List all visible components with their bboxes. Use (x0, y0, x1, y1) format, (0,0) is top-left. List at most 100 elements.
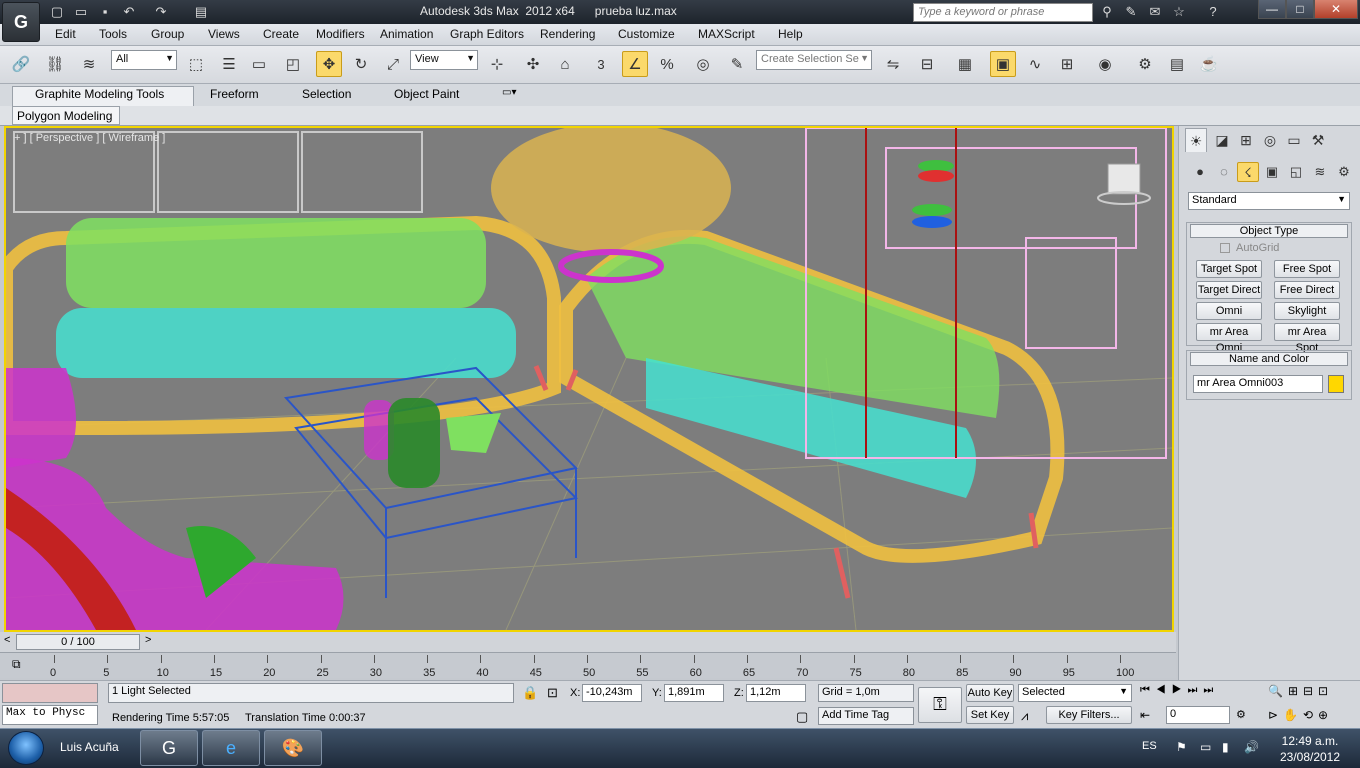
hierarchy-tab-icon[interactable]: ⊞ (1235, 128, 1257, 152)
create-tab-icon[interactable]: ☀ (1185, 128, 1207, 152)
tray-network-icon[interactable]: ▮ (1222, 740, 1229, 754)
angle-snap-icon[interactable]: ∠ (622, 51, 648, 77)
start-button[interactable] (8, 731, 44, 765)
tray-volume-icon[interactable]: 🔊 (1244, 740, 1259, 754)
object-color-swatch[interactable] (1328, 375, 1344, 393)
pivot-center-icon[interactable]: ⊹ (484, 51, 510, 77)
paint-icon[interactable]: 🎨 (264, 730, 322, 766)
geometry-icon[interactable]: ● (1189, 162, 1211, 182)
minimize-button[interactable]: — (1258, 0, 1286, 19)
rectangular-selection-icon[interactable]: ▭ (246, 51, 272, 77)
3dsmax-taskbar-icon[interactable]: G (140, 730, 198, 766)
menu-maxscript[interactable]: MAXScript (698, 27, 755, 41)
z-coordinate-field[interactable]: 1,12m (746, 684, 806, 702)
menu-modifiers[interactable]: Modifiers (316, 27, 365, 41)
mr-area-spot-button[interactable]: mr Area Spot (1274, 323, 1340, 354)
add-time-tag-button[interactable]: Add Time Tag (818, 707, 914, 725)
target-direct-button[interactable]: Target Direct (1196, 281, 1262, 299)
selection-filter-dropdown[interactable]: All ▼ (111, 50, 177, 70)
redo-icon[interactable]: ↷ (152, 3, 170, 21)
motion-tab-icon[interactable]: ◎ (1259, 128, 1281, 152)
menu-animation[interactable]: Animation (380, 27, 433, 41)
binoculars-icon[interactable]: ⚲ (1098, 3, 1116, 21)
omni-button[interactable]: Omni (1196, 302, 1262, 320)
tray-display-icon[interactable]: ▭ (1200, 740, 1211, 754)
target-spot-button[interactable]: Target Spot (1196, 260, 1262, 278)
viewport-nav-top[interactable]: 🔍⊞⊟⊡ (1268, 684, 1333, 698)
link-icon[interactable]: 🔗 (8, 51, 34, 77)
reference-coordinate-dropdown[interactable]: View ▼ (410, 50, 478, 70)
menu-tools[interactable]: Tools (99, 27, 127, 41)
snaps-toggle-icon[interactable]: 3 (588, 51, 614, 77)
schematic-view-icon[interactable]: ⊞ (1054, 51, 1080, 77)
time-slider[interactable]: 0 / 100 (16, 634, 140, 650)
ribbon-options-icon[interactable]: ▭▾ (502, 87, 516, 98)
menu-graph-editors[interactable]: Graph Editors (450, 27, 524, 41)
undo-icon[interactable]: ↶ (120, 3, 138, 21)
menu-create[interactable]: Create (263, 27, 299, 41)
unlink-icon[interactable]: ⛓ (42, 51, 68, 77)
taskbar-clock[interactable]: 12:49 a.m. 23/08/2012 (1270, 733, 1350, 765)
free-spot-button[interactable]: Free Spot (1274, 260, 1340, 278)
select-and-move-icon[interactable]: ✥ (316, 51, 342, 77)
curve-editor-icon[interactable]: ∿ (1022, 51, 1048, 77)
internet-explorer-icon[interactable]: e (202, 730, 260, 766)
percent-snap-icon[interactable]: % (654, 51, 680, 77)
lock-icon[interactable]: 🔒 (522, 685, 538, 701)
y-coordinate-field[interactable]: 1,891m (664, 684, 724, 702)
trackbar[interactable]: ⧉ 0 5 10 15 20 25 30 35 40 45 50 55 60 65 70 75 80 85 90 95… (0, 652, 1176, 679)
skylight-button[interactable]: Skylight (1274, 302, 1340, 320)
utilities-tab-icon[interactable]: ⚒ (1307, 128, 1329, 152)
autogrid-checkbox[interactable]: AutoGrid (1220, 242, 1279, 254)
display-tab-icon[interactable]: ▭ (1283, 128, 1305, 152)
lights-icon[interactable]: ☇ (1237, 162, 1259, 182)
polygon-modeling-panel-tab[interactable]: Polygon Modeling (12, 106, 120, 125)
edit-named-selection-icon[interactable]: ✎ (724, 51, 750, 77)
object-type-header[interactable]: Object Type (1190, 224, 1348, 238)
spinner-snap-icon[interactable]: ◎ (690, 51, 716, 77)
maximize-button[interactable]: □ (1286, 0, 1314, 19)
set-keys-key-icon[interactable]: ⚿ (918, 687, 962, 723)
perspective-viewport[interactable]: + ] [ Perspective ] [ Wireframe ] (4, 126, 1174, 632)
menu-views[interactable]: Views (208, 27, 240, 41)
mirror-icon[interactable]: ⇋ (880, 51, 906, 77)
render-setup-icon[interactable]: ⚙ (1132, 51, 1158, 77)
menu-group[interactable]: Group (151, 27, 184, 41)
shapes-icon[interactable]: ◌ (1213, 162, 1235, 182)
absolute-mode-icon[interactable]: ⊡ (547, 685, 558, 701)
mr-area-omni-button[interactable]: mr Area Omni (1196, 323, 1262, 354)
set-key-button[interactable]: Set Key (966, 706, 1014, 724)
systems-icon[interactable]: ⚙ (1333, 162, 1355, 182)
material-editor-icon[interactable]: ◉ (1092, 51, 1118, 77)
maxscript-mini-listener[interactable]: Max to Physc (2, 705, 98, 725)
playback-controls[interactable]: ⏮◀▶⏭⏭ (1140, 684, 1219, 697)
tray-flag-icon[interactable]: ⚑ (1176, 740, 1187, 754)
menu-edit[interactable]: Edit (55, 27, 76, 41)
save-icon[interactable]: ▪ (96, 3, 114, 21)
named-selection-set-dropdown[interactable]: Create Selection Se ▼ (756, 50, 872, 70)
free-direct-button[interactable]: Free Direct (1274, 281, 1340, 299)
mini-curve-editor-icon[interactable]: ⧉ (12, 657, 21, 672)
maxscript-listener-top[interactable] (2, 683, 98, 703)
tab-graphite-modeling-tools[interactable]: Graphite Modeling Tools (35, 87, 164, 101)
key-filters-button[interactable]: Key Filters... (1046, 706, 1132, 724)
open-file-icon[interactable]: ▭ (72, 3, 90, 21)
bind-spacewarp-icon[interactable]: ≋ (76, 51, 102, 77)
tab-selection[interactable]: Selection (302, 87, 351, 101)
keyboard-shortcut-override-icon[interactable]: ⌂ (552, 51, 578, 77)
language-indicator[interactable]: ES (1142, 740, 1157, 752)
helpers-icon[interactable]: ◱ (1285, 162, 1307, 182)
tab-freeform[interactable]: Freeform (210, 87, 259, 101)
viewport-label[interactable]: + ] [ Perspective ] [ Wireframe ] (14, 132, 165, 144)
favorites-star-icon[interactable]: ☆ (1170, 3, 1188, 21)
application-button[interactable]: G (2, 2, 40, 42)
menu-rendering[interactable]: Rendering (540, 27, 595, 41)
prev-frame-icon[interactable]: < (4, 634, 10, 646)
select-by-name-icon[interactable]: ☰ (216, 51, 242, 77)
project-folder-icon[interactable]: ▤ (192, 3, 210, 21)
new-file-icon[interactable]: ▢ (48, 3, 66, 21)
current-frame-field[interactable]: 0 (1166, 706, 1230, 724)
render-production-icon[interactable]: ☕ (1196, 51, 1222, 77)
cameras-icon[interactable]: ▣ (1261, 162, 1283, 182)
x-coordinate-field[interactable]: -10,243m (582, 684, 642, 702)
